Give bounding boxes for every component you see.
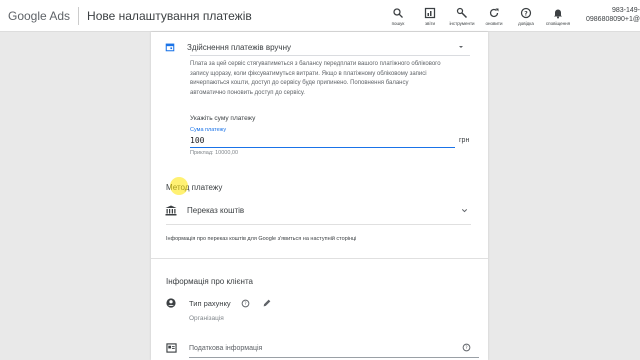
account-type-label: Тип рахунку (189, 298, 231, 308)
help-circle-icon[interactable]: ? (241, 299, 250, 308)
mouse-cursor-highlight (170, 177, 188, 195)
tool-refresh[interactable]: оновити (478, 0, 510, 32)
person-icon (166, 298, 176, 308)
currency-label: грн (459, 137, 470, 144)
tax-info-underline (189, 357, 479, 358)
help-circle-icon[interactable]: ? (462, 343, 471, 352)
amount-example: Приклад: 10000,00 (190, 150, 239, 156)
payment-method-select[interactable]: Переказ коштів (165, 203, 471, 217)
section-divider (151, 258, 488, 259)
account-id: 983-149- (611, 7, 640, 14)
header-divider (78, 6, 80, 25)
toolbar: пошук звіти інструменти оновити ? довідк… (382, 0, 574, 32)
dropdown-arrow-icon (459, 46, 463, 48)
top-bar: Google Ads Нове налаштування платежів по… (0, 0, 640, 32)
payment-settings-card: Здійснення платежів вручну Плата за цей … (151, 32, 488, 360)
refresh-icon (489, 8, 499, 17)
reports-icon (424, 7, 436, 18)
tool-label: звіти (424, 20, 436, 26)
payment-setup-value: Здійснення платежів вручну (187, 42, 292, 52)
account-type-row: Тип рахунку ? (166, 297, 272, 309)
account-email: 0986808090+1@u (586, 16, 640, 23)
page-title: Нове налаштування платежів (87, 8, 252, 23)
tool-help[interactable]: ? довідка (510, 0, 542, 32)
amount-input[interactable]: 100 (190, 136, 204, 145)
customer-info-title: Інформація про клієнта (166, 277, 253, 286)
wrench-icon (456, 7, 468, 18)
account-info[interactable]: 983-149- 0986808090+1@u (586, 6, 640, 24)
tool-notifications[interactable]: сповіщення (542, 0, 574, 32)
tool-label: довідка (518, 20, 534, 26)
search-icon (393, 7, 403, 18)
payment-setup-description: Плата за цей сервіс стягуватиметься з ба… (190, 61, 441, 96)
setup-underline (190, 55, 470, 56)
amount-field-label: Сума платежу (190, 127, 227, 133)
id-card-icon (166, 343, 177, 353)
account-type-value: Організація (189, 315, 224, 322)
tool-label: оновити (485, 20, 503, 26)
tool-tools[interactable]: інструменти (446, 0, 478, 32)
payment-method-divider (166, 224, 471, 225)
tool-search[interactable]: пошук (382, 0, 414, 32)
tax-info-row[interactable]: Податкова інформація ? (166, 342, 471, 354)
google-ads-logo[interactable]: Google Ads (8, 9, 70, 23)
amount-prompt: Укажіть суму платежу (190, 115, 256, 122)
tool-label: інструменти (449, 20, 475, 26)
payment-method-note: Інформація про переказ коштів для Google… (166, 236, 357, 242)
edit-pencil-icon[interactable] (262, 298, 272, 308)
chevron-down-icon (461, 209, 468, 213)
amount-input-underline (190, 147, 455, 148)
tool-label: пошук (391, 20, 405, 26)
calendar-icon (165, 43, 175, 52)
tool-reports[interactable]: звіти (414, 0, 446, 32)
tax-info-label: Податкова інформація (189, 344, 263, 352)
svg-text:?: ? (524, 10, 528, 17)
payment-setup-select[interactable]: Здійснення платежів вручну (165, 40, 471, 54)
help-icon: ? (520, 7, 532, 18)
payment-method-value: Переказ коштів (187, 205, 245, 215)
tool-label: сповіщення (545, 20, 571, 26)
bank-icon (165, 205, 177, 215)
bell-icon (554, 9, 562, 18)
